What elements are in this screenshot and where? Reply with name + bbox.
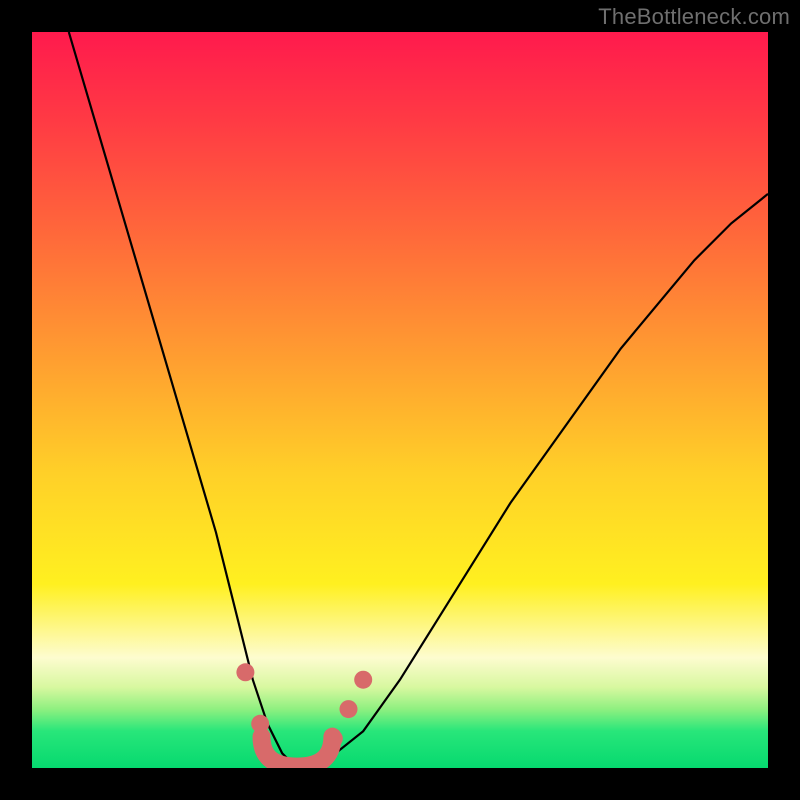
watermark-text: TheBottleneck.com — [598, 4, 790, 30]
optimal-zone-arc — [262, 737, 333, 767]
optimal-zone — [262, 737, 333, 767]
curve-marker — [236, 663, 254, 681]
curve-line — [69, 32, 768, 768]
chart-plot-area — [32, 32, 768, 768]
curve-marker — [340, 700, 358, 718]
curve-marker — [354, 671, 372, 689]
chart-svg — [32, 32, 768, 768]
curve-marker — [325, 730, 343, 748]
chart-frame: TheBottleneck.com — [0, 0, 800, 800]
bottleneck-curve — [69, 32, 768, 768]
curve-marker — [251, 715, 269, 733]
